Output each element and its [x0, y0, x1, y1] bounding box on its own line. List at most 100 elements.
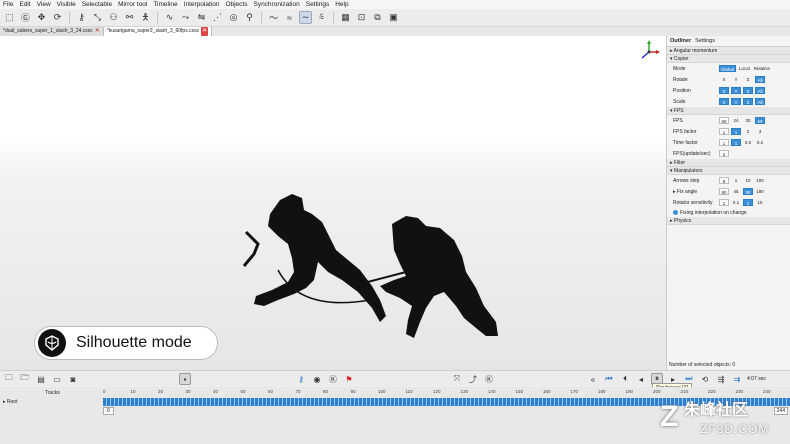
fix-45-option[interactable]: 45 [731, 188, 741, 195]
arrows-step-field[interactable]: 5 [719, 177, 729, 184]
first-frame-icon[interactable]: ⏮ [603, 373, 615, 385]
key-icon[interactable]: ⚷ [295, 373, 307, 385]
mode-relative-option[interactable]: Relative [753, 65, 771, 72]
rotate-tool-icon[interactable]: ⟳ [51, 11, 64, 24]
fps-factor-1-option[interactable]: 1 [731, 128, 741, 135]
fix-90-option[interactable]: 90 [743, 188, 753, 195]
arrows-100-option[interactable]: 100 [755, 177, 765, 184]
menu-view[interactable]: View [37, 0, 51, 9]
tab-outliner[interactable]: Outliner [670, 38, 691, 44]
3d-viewport[interactable]: Silhouette mode [0, 36, 666, 370]
time-factor-1-option[interactable]: 1 [731, 139, 741, 146]
rot-1-option[interactable]: 1 [743, 199, 753, 206]
arrows-10-option[interactable]: 10 [743, 177, 753, 184]
rotate-y-option[interactable]: Y [731, 76, 741, 83]
add-folder-icon[interactable]: 🗁 [19, 373, 31, 385]
fixing-interpolation-checkbox[interactable]: Fixing interpolation on change [667, 208, 790, 217]
bones-tool-icon[interactable]: ⚲ [243, 11, 256, 24]
tab-dual-sabers[interactable]: *dual_sabers_super_1_slash_3_24.cssc ✕ [0, 27, 104, 36]
section-filter[interactable]: ▸ Filter [667, 159, 790, 167]
fps-factor-field[interactable]: 1 [719, 128, 729, 135]
select-tool-icon[interactable]: ⬚ [3, 11, 16, 24]
folder-icon[interactable]: 🗀 [3, 373, 15, 385]
rotate-all-option[interactable]: All [755, 76, 765, 83]
close-icon[interactable]: ✕ [95, 27, 100, 36]
mode-local-option[interactable]: Local [738, 65, 751, 72]
root-track[interactable]: ▸ Root [3, 399, 17, 405]
menu-mirror-tool[interactable]: Mirror tool [118, 0, 147, 9]
noise-tool-icon[interactable]: ⩯ [315, 11, 328, 24]
fps-update-field[interactable]: 2 [719, 150, 729, 157]
fps-factor-2-option[interactable]: 2 [743, 128, 753, 135]
tab-settings[interactable]: Settings [695, 38, 715, 44]
pose-tool-icon[interactable]: ⤳ [179, 11, 192, 24]
section-angular-momentum[interactable]: ▸ Angular momentum [667, 47, 790, 55]
close-icon[interactable]: ✕ [201, 27, 209, 36]
position-z-option[interactable]: Z [743, 87, 753, 94]
time-factor-05-option[interactable]: 0.5 [743, 139, 753, 146]
layers-icon[interactable]: ⧉ [371, 11, 384, 24]
ik-tool-icon[interactable]: ⚇ [107, 11, 120, 24]
menu-interpolation[interactable]: Interpolation [184, 0, 220, 9]
menu-timeline[interactable]: Timeline [153, 0, 177, 9]
position-all-option[interactable]: All [755, 87, 765, 94]
section-manipulators[interactable]: ▾ Manipulators [667, 167, 790, 175]
section-fps[interactable]: ▾ FPS [667, 107, 790, 115]
curve-tool-icon[interactable]: ∿ [163, 11, 176, 24]
menu-selectable[interactable]: Selectable [82, 0, 112, 9]
mirror-tool-icon[interactable]: ⇋ [195, 11, 208, 24]
frame-icon[interactable]: ⊡ [355, 11, 368, 24]
menu-visible[interactable]: Visible [57, 0, 76, 9]
menu-file[interactable]: File [3, 0, 13, 9]
fix-180-option[interactable]: 180 [755, 188, 765, 195]
arrows-1-option[interactable]: 1 [731, 177, 741, 184]
connect-tool-icon[interactable]: ⚯ [123, 11, 136, 24]
scale-z-option[interactable]: Z [743, 98, 753, 105]
curve-icon[interactable]: ⤴ [467, 373, 479, 385]
scale-all-option[interactable]: All [755, 98, 765, 105]
transform-icon[interactable]: ⤧ [451, 373, 463, 385]
silhouette-figures[interactable] [230, 188, 530, 370]
figure-tool-icon[interactable]: 🯅 [139, 11, 152, 24]
position-x-option[interactable]: X [719, 87, 729, 94]
axis-gizmo-icon[interactable] [636, 39, 662, 65]
time-factor-field[interactable]: 1 [719, 139, 729, 146]
smooth-wave-icon[interactable]: ∼ [299, 11, 312, 24]
grid-icon[interactable]: ▦ [339, 11, 352, 24]
menu-synchronization[interactable]: Synchronization [253, 0, 299, 9]
flag-icon[interactable]: ⚑ [343, 373, 355, 385]
global-mode-icon[interactable]: Ⓖ [19, 11, 32, 24]
wave-alt-icon[interactable]: ≈ [283, 11, 296, 24]
fps-60-option[interactable]: 60 [755, 117, 765, 124]
rot-10-option[interactable]: 10 [755, 199, 765, 206]
rotate-x-option[interactable]: X [719, 76, 729, 83]
section-physics[interactable]: ▸ Physics [667, 217, 790, 225]
menu-objects[interactable]: Objects [225, 0, 247, 9]
rot-01-option[interactable]: 0.1 [731, 199, 741, 206]
time-factor-02-option[interactable]: 0.2 [755, 139, 765, 146]
path-tool-icon[interactable]: ⋰ [211, 11, 224, 24]
menu-help[interactable]: Help [335, 0, 348, 9]
prev-key-icon[interactable]: ⏴ [619, 373, 631, 385]
film-icon[interactable]: ▭ [51, 373, 63, 385]
move-tool-icon[interactable]: ✥ [35, 11, 48, 24]
fps-24-option[interactable]: 24 [731, 117, 741, 124]
fps-30-option[interactable]: 30 [743, 117, 753, 124]
fix-angle-field[interactable]: 90 [719, 188, 729, 195]
frame-start-field[interactable]: 0 [103, 407, 114, 415]
section-copier[interactable]: ▾ Copier [667, 55, 790, 63]
prev-frame-icon[interactable]: ◂ [635, 373, 647, 385]
target-tool-icon[interactable]: ◎ [227, 11, 240, 24]
screen-icon[interactable]: ▣ [387, 11, 400, 24]
fps-factor-3-option[interactable]: 3 [755, 128, 765, 135]
tab-kusarigama[interactable]: *kusarigama_super2_slash_3_60fps.cssc ✕ [103, 27, 213, 36]
menu-edit[interactable]: Edit [19, 0, 30, 9]
box-icon[interactable]: ▪ [179, 373, 191, 385]
speed-alt-icon[interactable]: ⇉ [731, 373, 743, 385]
scale-x-option[interactable]: X [719, 98, 729, 105]
rewind-icon[interactable]: « [587, 373, 599, 385]
wave-tool-icon[interactable]: 〜 [267, 11, 280, 24]
position-y-option[interactable]: Y [731, 87, 741, 94]
rotator-sensitivity-field[interactable]: 1 [719, 199, 729, 206]
fps-field[interactable]: 60 [719, 117, 729, 124]
